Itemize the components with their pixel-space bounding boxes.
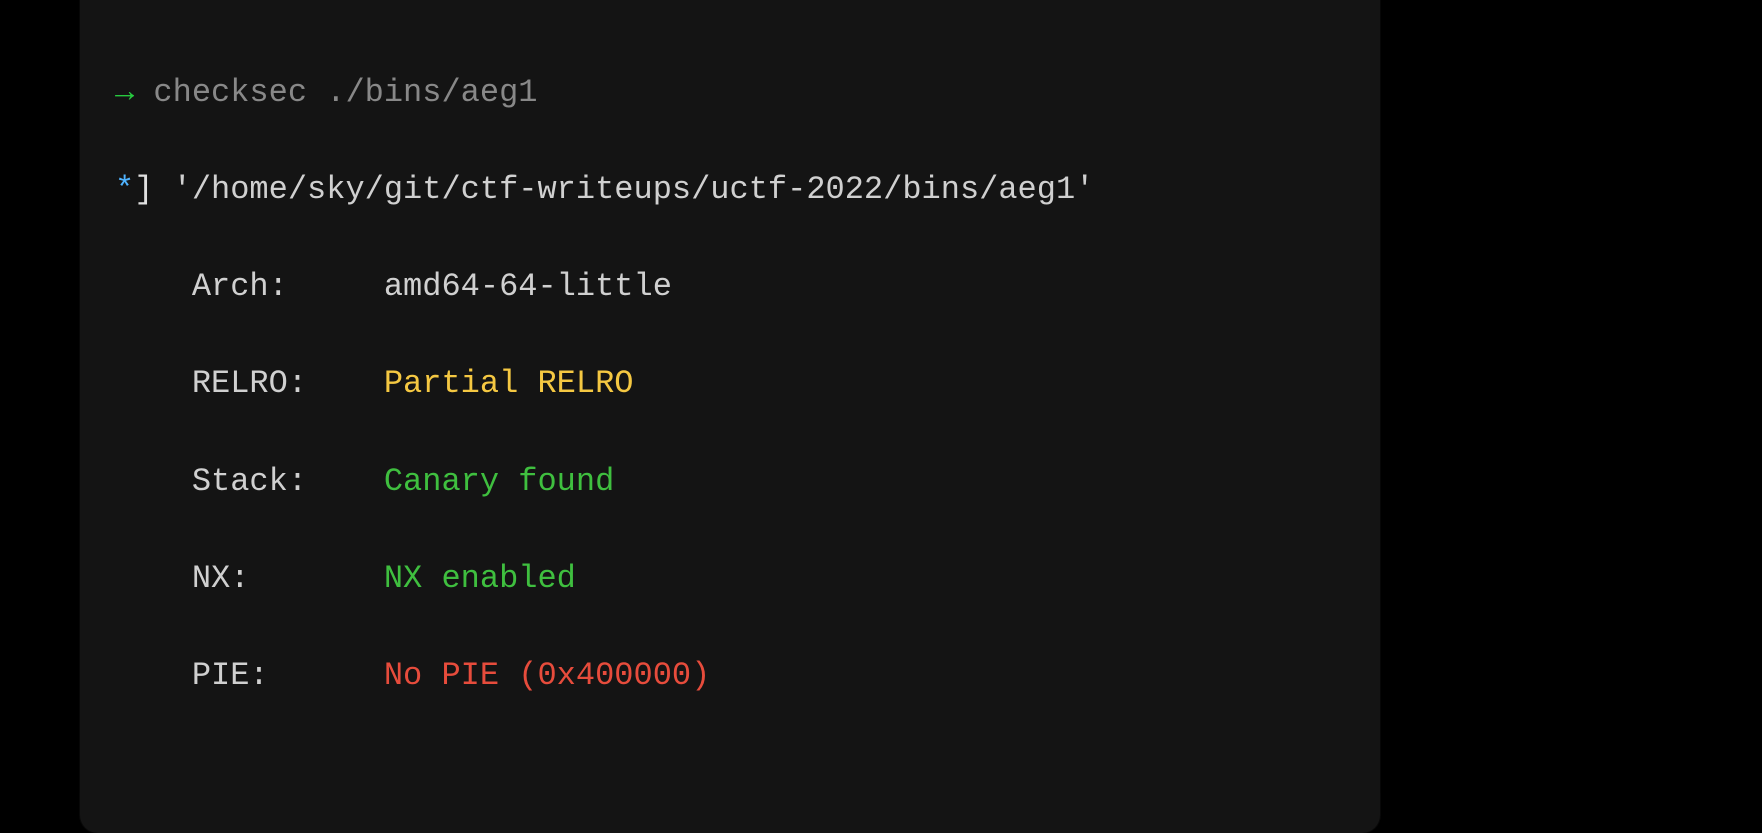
stack-label: Stack: [192, 458, 384, 507]
output-header: *] '/home/sky/git/ctf-writeups/uctf-2022… [115, 166, 1345, 215]
bracket-text: ] [134, 171, 153, 208]
nx-row: NX:NX enabled [115, 555, 1345, 604]
binary-path: '/home/sky/git/ctf-writeups/uctf-2022/bi… [173, 171, 1095, 208]
relro-label: RELRO: [192, 360, 384, 409]
arch-value: amd64-64-little [384, 268, 672, 305]
stack-row: Stack:Canary found [115, 458, 1345, 507]
arch-row: Arch:amd64-64-little [115, 263, 1345, 312]
star-icon: * [115, 171, 134, 208]
pie-row: PIE:No PIE (0x400000) [115, 652, 1345, 701]
pie-value: No PIE (0x400000) [384, 657, 710, 694]
relro-value: Partial RELRO [384, 365, 634, 402]
relro-row: RELRO:Partial RELRO [115, 360, 1345, 409]
command-text: checksec ./bins/aeg1 [153, 74, 537, 111]
arch-label: Arch: [192, 263, 384, 312]
terminal-window: → checksec ./bins/aeg1 *] '/home/sky/git… [80, 0, 1380, 833]
prompt-line: → checksec ./bins/aeg1 [115, 69, 1345, 118]
nx-value: NX enabled [384, 560, 576, 597]
terminal-content[interactable]: → checksec ./bins/aeg1 *] '/home/sky/git… [80, 0, 1380, 798]
nx-label: NX: [192, 555, 384, 604]
pie-label: PIE: [192, 652, 384, 701]
stack-value: Canary found [384, 463, 614, 500]
prompt-arrow-icon: → [115, 74, 134, 111]
